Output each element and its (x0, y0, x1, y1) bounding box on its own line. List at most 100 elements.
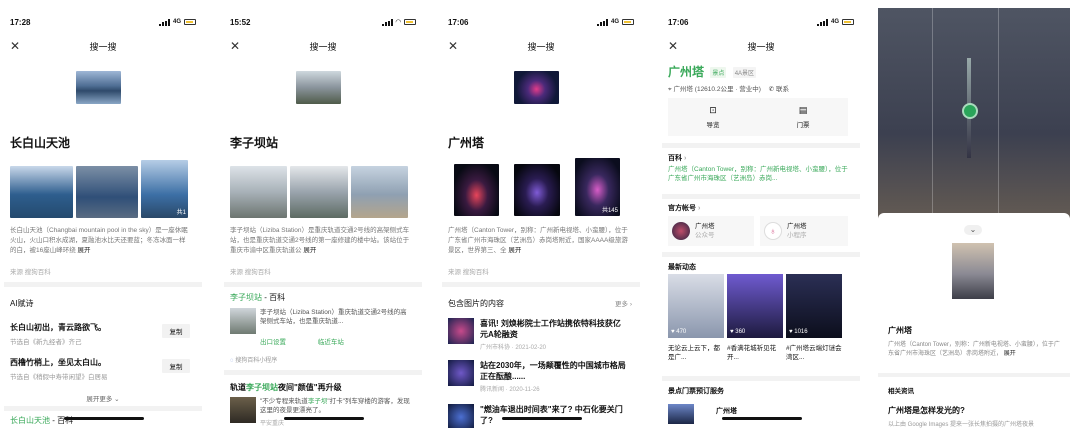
ticket-thumb[interactable] (668, 404, 694, 424)
wiki-desc: 李子坝站（Liziba Station）重庆轨道交通2号线的高架侧式车站，也是重… (260, 309, 407, 325)
news-item[interactable]: 站在2030年，一场颠覆性的中国城市格局正在酝酿...... 腾讯新闻 · 20… (448, 360, 628, 393)
phone-screen-5: ⌄ 广州塔 广州塔（Canton Tower，别称：广州新电视塔、小蛮腰），位于… (878, 8, 1070, 428)
trend-count: ♥ 470 (671, 329, 687, 335)
copy-button[interactable]: 复制 (162, 359, 190, 373)
result-desc: 广州塔（Canton Tower，别称：广州新电视塔、小蛮腰），位于广东省广州市… (888, 342, 1060, 357)
trend-captions: 无论云上云下，都是广... #香满花城祈见花开... #广州塔云端灯谜会 湾区.… (668, 344, 842, 362)
close-icon[interactable]: ✕ (448, 39, 458, 53)
article-thumb[interactable] (230, 397, 256, 423)
link-exit[interactable]: 出口设置 (260, 339, 286, 346)
hero-image[interactable] (76, 71, 121, 104)
phone-screen-1: 17:28 4G ✕ 搜一搜 长白山天池 共1 长白山天池（Changbai m… (4, 8, 202, 428)
trend-card[interactable]: ♥ 360 (727, 274, 783, 338)
expand-link[interactable]: 展开 (508, 247, 521, 254)
copy-button[interactable]: 复制 (162, 324, 190, 338)
contact-link[interactable]: 联系 (776, 86, 789, 93)
thumb-image[interactable] (514, 164, 560, 216)
wiki-links: 出口设置 临近车站 (260, 336, 344, 346)
news-item[interactable]: "燃油车退出时间表"来了? 中石化要关门了? (448, 404, 628, 428)
chevron-right-icon: › (697, 205, 701, 212)
status-bar: 17:06 4G (668, 16, 854, 28)
guide-button[interactable]: ⊡ 导览 (668, 98, 758, 136)
mini-program-label[interactable]: ◌ 搜狗百科小程序 (230, 355, 277, 364)
news-thumb (448, 360, 474, 386)
divider (442, 282, 640, 287)
nav-title: 搜一搜 (89, 41, 117, 52)
entity-description: 长白山天池（Changbai mountain pool in the sky）… (10, 227, 188, 254)
official-accounts-label[interactable]: 官方帐号 › (668, 203, 700, 213)
expand-link[interactable]: 展开 (1004, 351, 1016, 357)
signal-icon (381, 18, 393, 26)
location-text: 广州塔 (12610.2公里 · 营业中) (673, 86, 761, 93)
expand-link[interactable]: 展开 (78, 247, 91, 254)
screens: 17:28 4G ✕ 搜一搜 长白山天池 共1 长白山天池（Changbai m… (0, 0, 1080, 433)
account-card-mini[interactable]: ♁ 广州塔 小程序 (760, 216, 848, 246)
link-nearby[interactable]: 临近车站 (318, 339, 344, 346)
thumb-image[interactable] (10, 166, 73, 218)
divider (224, 282, 422, 287)
guide-icon: ⊡ (709, 105, 717, 115)
status-icons: 4G (596, 18, 634, 26)
mini-program-icon: ◌ (230, 358, 234, 364)
wiki-thumb[interactable] (230, 308, 256, 334)
chevron-right-icon: › (629, 301, 632, 308)
status-time: 15:52 (230, 17, 251, 27)
phone-screen-3: 17:06 4G ✕ 搜一搜 广州塔 共145 广州塔（Canton Tower… (442, 8, 640, 428)
thumb-image[interactable] (454, 164, 500, 216)
news-item[interactable]: 喜讯! 刘焕彬院士工作站携依特科技获亿元A轮融资 广州市科协 · 2021-02… (448, 318, 628, 351)
location-row[interactable]: ⌖ 广州塔 (12610.2公里 · 营业中) ✆ 联系 (668, 83, 789, 94)
hero-image[interactable] (296, 71, 341, 104)
account-card-official[interactable]: 广州塔 公众号 (668, 216, 754, 246)
news-title[interactable]: 广州塔是怎样发光的? (888, 405, 965, 416)
trend-caption: #香满花城祈见花开... (727, 345, 777, 361)
nav-bar: ✕ 搜一搜 (662, 36, 860, 56)
home-indicator (284, 417, 364, 420)
home-indicator (502, 417, 582, 420)
article-title[interactable]: 轨道李子坝站夜间"颜值"再升级 (230, 382, 342, 393)
status-time: 17:06 (448, 17, 469, 27)
expand-link[interactable]: 展开 (303, 247, 316, 254)
trend-count: ♥ 1016 (789, 329, 808, 335)
thumb-image[interactable]: 共1 (141, 160, 188, 218)
close-icon[interactable]: ✕ (668, 39, 678, 53)
nav-bar: ✕ 搜一搜 (224, 36, 422, 56)
divider (662, 143, 860, 148)
thumb-image[interactable] (75, 166, 139, 218)
network-type: 4G (830, 19, 839, 25)
trend-card[interactable]: ♥ 1016 (786, 274, 842, 338)
focus-marker-icon[interactable] (962, 103, 978, 119)
wiki-label[interactable]: 百科 › (668, 153, 686, 163)
hero-image[interactable] (514, 71, 559, 104)
poem-row: 西橹竹梢上，坐见太白山。 节选自《稍假中寿带闲望》白居易 复制 (10, 357, 190, 381)
divider (878, 373, 1070, 377)
wiki-card-title[interactable]: 李子坝站 - 百科 (230, 292, 285, 303)
ticket-button[interactable]: ▤ 门票 (758, 98, 848, 136)
home-indicator (64, 417, 144, 420)
action-bar: ⊡ 导览 ▤ 门票 (668, 98, 848, 136)
thumb-image[interactable] (350, 166, 408, 218)
nav-title: 搜一搜 (309, 41, 337, 52)
chevron-down-icon[interactable]: ⌄ (964, 225, 982, 235)
image-count-badge: 共145 (601, 208, 618, 214)
result-title: 广州塔 (888, 326, 912, 335)
image-strip: 共1 (10, 160, 188, 218)
close-icon[interactable]: ✕ (10, 39, 20, 53)
divider (4, 282, 202, 287)
show-more-button[interactable]: 展开更多 ⌄ (4, 393, 202, 403)
nav-bar: ✕ 搜一搜 (4, 36, 202, 56)
entity-description: 李子坝站（Liziba Station）是重庆轨道交通2号线的高架侧式车站，也是… (230, 227, 410, 254)
section-title: AI赋诗 (10, 299, 34, 308)
trend-card[interactable]: ♥ 470 (668, 274, 724, 338)
phone-screen-2: 15:52 ◠ ✕ 搜一搜 李子坝站 李子坝站（Liziba Station）是… (224, 8, 422, 428)
more-link[interactable]: 更多 › (615, 298, 632, 308)
signal-icon (596, 18, 608, 26)
result-image[interactable] (952, 243, 994, 299)
divider (662, 194, 860, 199)
close-icon[interactable]: ✕ (230, 39, 240, 53)
image-strip (230, 166, 408, 218)
thumb-image[interactable]: 共145 (574, 158, 620, 216)
ticket-item-title[interactable]: 广州塔 (716, 406, 737, 416)
thumb-image[interactable] (290, 166, 348, 218)
news-title: 喜讯! 刘焕彬院士工作站携依特科技获亿元A轮融资 (480, 319, 621, 339)
thumb-image[interactable] (230, 166, 288, 218)
